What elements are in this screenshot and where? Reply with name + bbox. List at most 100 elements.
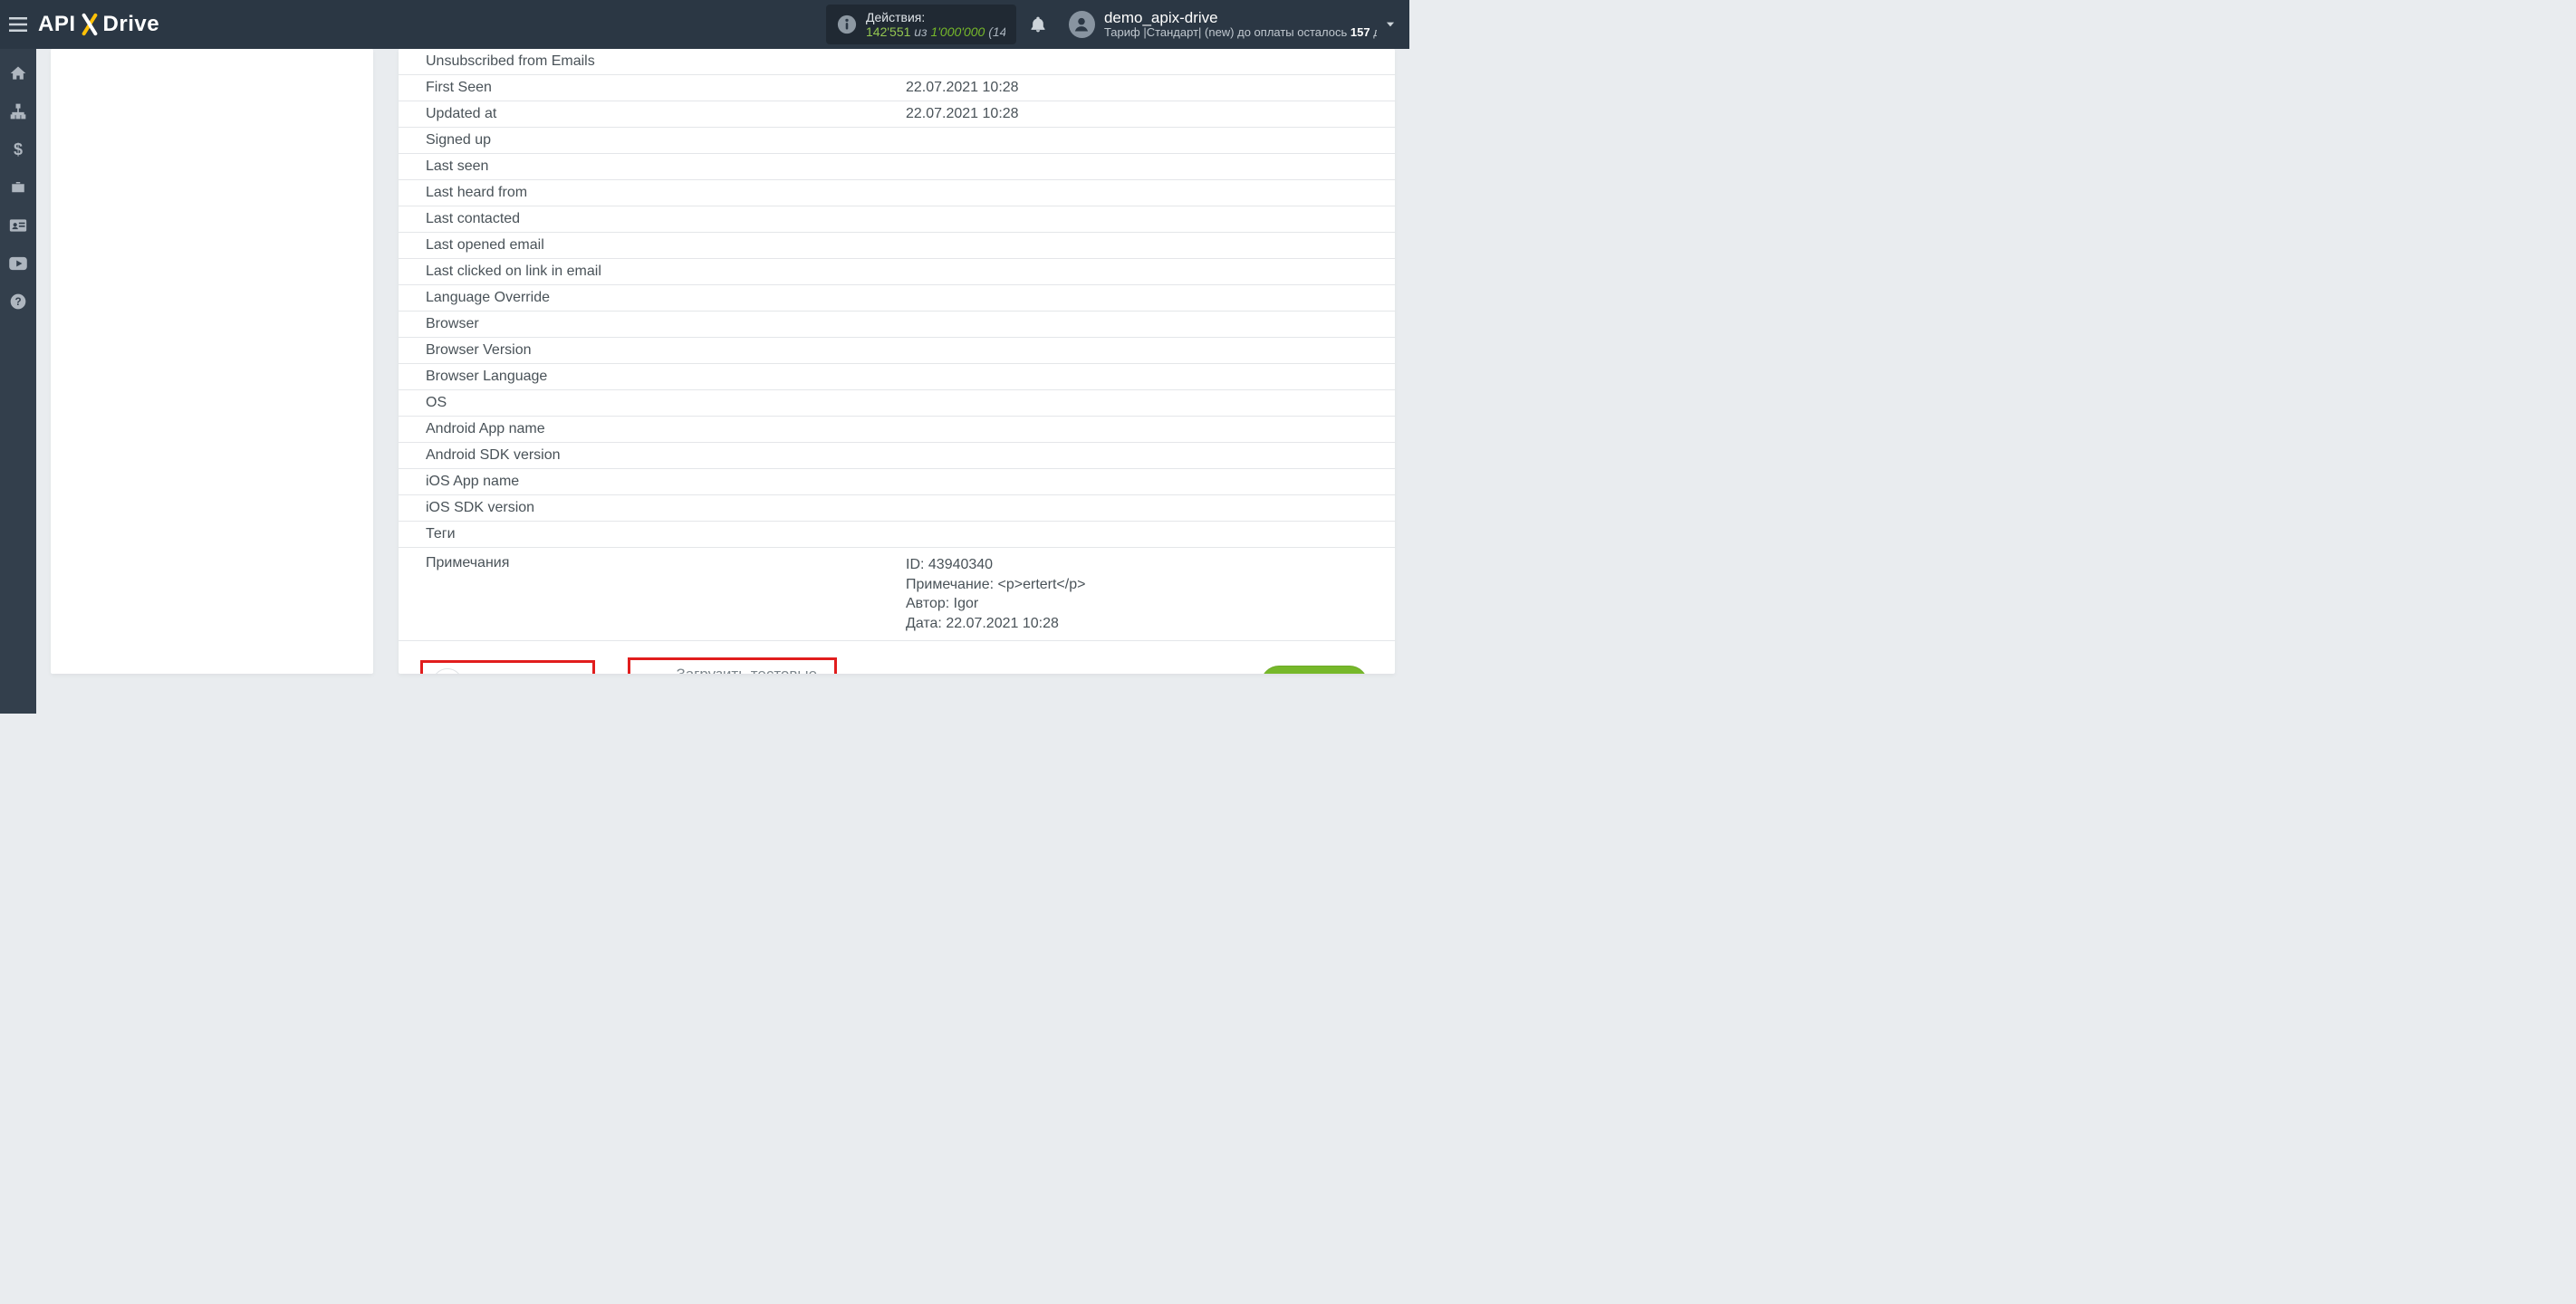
prop-label: Last clicked on link in email [399, 259, 897, 285]
menu-toggle[interactable] [0, 0, 36, 49]
note-line: ID: 43940340 [906, 555, 1386, 575]
logo[interactable]: API Drive [38, 12, 159, 37]
table-row: ПримечанияID: 43940340Примечание: <p>ert… [399, 548, 1395, 641]
prop-value [897, 443, 1395, 469]
note-line: Автор: Igor [906, 594, 1386, 614]
user-text: demo_apix-drive Тариф |Стандарт| (new) д… [1104, 10, 1377, 40]
table-row: Last clicked on link in email [399, 259, 1395, 285]
prop-value: ID: 43940340Примечание: <p>ertert</p>Авт… [897, 548, 1395, 641]
properties-table: Unsubscribed from EmailsFirst Seen22.07.… [399, 49, 1395, 641]
youtube-icon [8, 256, 28, 271]
hamburger-icon [9, 17, 27, 32]
prop-value [897, 128, 1395, 154]
actions-counter[interactable]: Действия: 142'551 из 1'000'000 (14% [826, 5, 1016, 44]
svg-text:$: $ [14, 140, 23, 158]
prop-label: OS [399, 390, 897, 417]
prop-value [897, 417, 1395, 443]
prop-label: Last seen [399, 154, 897, 180]
prop-value [897, 469, 1395, 495]
prop-value [897, 495, 1395, 522]
table-row: Теги [399, 522, 1395, 548]
note-line: Примечание: <p>ertert</p> [906, 575, 1386, 595]
prop-label: Android App name [399, 417, 897, 443]
user-menu[interactable]: demo_apix-drive Тариф |Стандарт| (new) д… [1069, 10, 1377, 40]
prop-label: Browser Version [399, 338, 897, 364]
table-row: Unsubscribed from Emails [399, 49, 1395, 75]
table-row: Browser Language [399, 364, 1395, 390]
prop-value [897, 233, 1395, 259]
next-button[interactable]: Далее [1261, 666, 1368, 674]
logo-drive: Drive [103, 12, 160, 36]
svg-text:?: ? [14, 296, 21, 308]
prop-label: Last heard from [399, 180, 897, 206]
table-row: Browser [399, 312, 1395, 338]
side-rail: $ ? [0, 49, 36, 714]
user-name: demo_apix-drive [1104, 10, 1377, 27]
table-row: Android SDK version [399, 443, 1395, 469]
prop-label: Last contacted [399, 206, 897, 233]
prop-label: Browser [399, 312, 897, 338]
prop-label: Android SDK version [399, 443, 897, 469]
nav-contacts[interactable] [0, 206, 36, 244]
sitemap-icon [9, 102, 27, 120]
actions-label: Действия: [866, 10, 1005, 24]
right-panel: Unsubscribed from EmailsFirst Seen22.07.… [399, 49, 1395, 674]
table-row: iOS App name [399, 469, 1395, 495]
bell-icon [1029, 14, 1047, 34]
download-icon [638, 670, 665, 674]
user-menu-caret[interactable] [1384, 18, 1400, 31]
prop-label: Updated at [399, 101, 897, 128]
prop-value [897, 154, 1395, 180]
table-row: Signed up [399, 128, 1395, 154]
nav-help[interactable]: ? [0, 283, 36, 321]
chevron-down-icon [1384, 18, 1397, 31]
prop-value [897, 364, 1395, 390]
user-icon [1072, 15, 1091, 34]
app-header: API Drive Действия: 142'551 из 1'000'000… [0, 0, 1409, 49]
left-panel [51, 49, 373, 674]
nav-billing[interactable]: $ [0, 130, 36, 168]
prop-value: 22.07.2021 10:28 [897, 75, 1395, 101]
user-subtitle: Тариф |Стандарт| (new) до оплаты осталос… [1104, 26, 1377, 39]
prop-value [897, 390, 1395, 417]
nav-connections[interactable] [0, 92, 36, 130]
prop-value [897, 285, 1395, 312]
prop-label: iOS SDK version [399, 495, 897, 522]
home-icon [9, 64, 27, 82]
prop-label: First Seen [399, 75, 897, 101]
nav-home[interactable] [0, 54, 36, 92]
table-row: OS [399, 390, 1395, 417]
panel-footer: Редактировать Загрузить тестовые данные … [399, 641, 1395, 674]
info-icon [837, 14, 857, 34]
table-row: Language Override [399, 285, 1395, 312]
prop-label: Browser Language [399, 364, 897, 390]
id-card-icon [9, 218, 27, 233]
prop-label: Signed up [399, 128, 897, 154]
avatar [1069, 11, 1095, 38]
notifications-button[interactable] [1029, 14, 1063, 34]
load-test-data-button[interactable]: Загрузить тестовые данные из Intercom [628, 657, 836, 674]
note-line: Дата: 22.07.2021 10:28 [906, 614, 1386, 634]
table-row: Browser Version [399, 338, 1395, 364]
table-row: Last contacted [399, 206, 1395, 233]
prop-value [897, 206, 1395, 233]
help-icon: ? [9, 292, 27, 311]
nav-video[interactable] [0, 244, 36, 283]
prop-value [897, 338, 1395, 364]
nav-tools[interactable] [0, 168, 36, 206]
table-row: Updated at22.07.2021 10:28 [399, 101, 1395, 128]
load-label: Загрузить тестовые данные из Intercom [676, 666, 819, 674]
prop-label: Language Override [399, 285, 897, 312]
table-row: Android App name [399, 417, 1395, 443]
table-row: iOS SDK version [399, 495, 1395, 522]
prop-value: 22.07.2021 10:28 [897, 101, 1395, 128]
logo-x-icon [80, 13, 100, 36]
edit-button[interactable]: Редактировать [420, 660, 595, 674]
prop-label: Теги [399, 522, 897, 548]
prop-label: Unsubscribed from Emails [399, 49, 897, 75]
table-row: Last heard from [399, 180, 1395, 206]
dollar-icon: $ [13, 140, 24, 158]
briefcase-icon [9, 179, 27, 196]
logo-api: API [38, 12, 76, 36]
actions-value: 142'551 из 1'000'000 (14% [866, 24, 1005, 39]
